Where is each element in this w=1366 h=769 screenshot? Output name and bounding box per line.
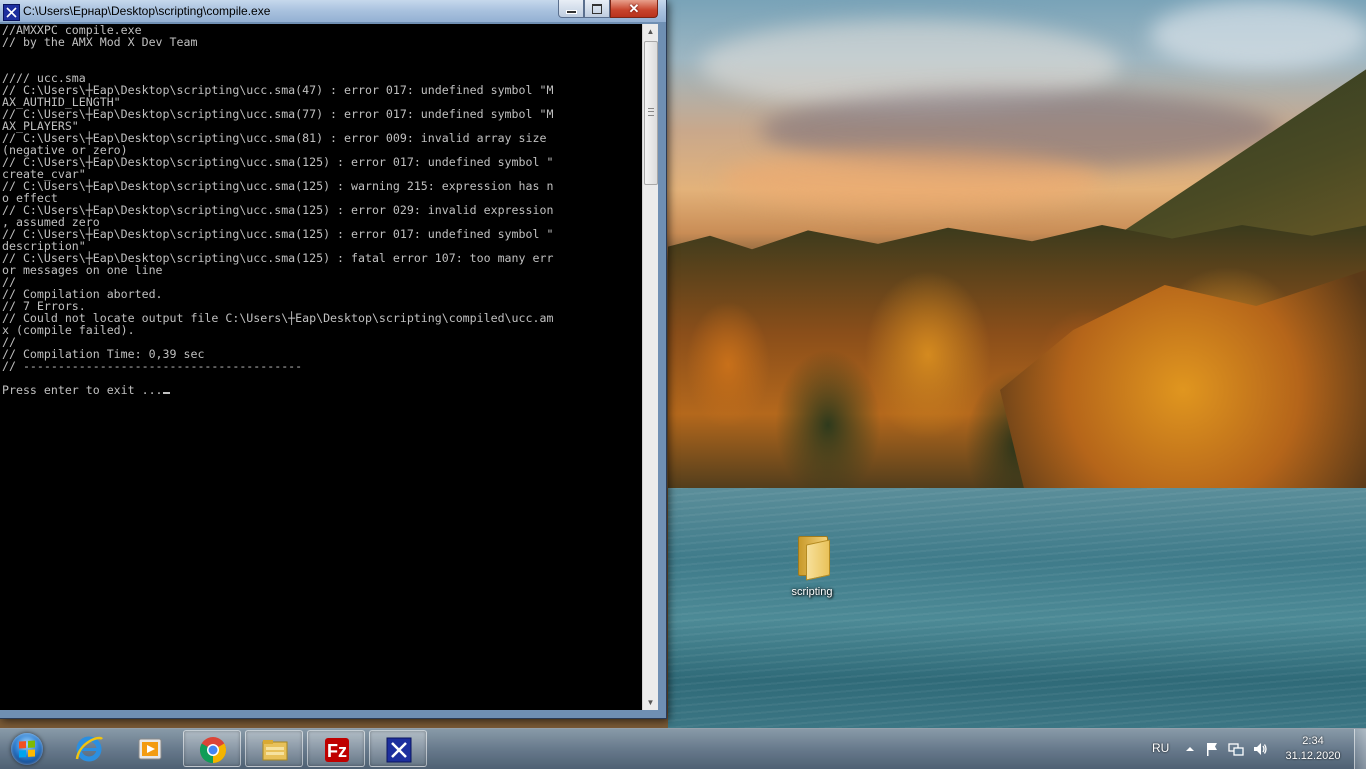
clock-time: 2:34: [1302, 735, 1324, 747]
clock-date: 31.12.2020: [1285, 750, 1341, 762]
show-desktop-button[interactable]: [1354, 729, 1366, 769]
chrome-icon: [199, 737, 227, 764]
svg-text:Fz: Fz: [327, 741, 347, 761]
taskbar-item-compile[interactable]: [369, 730, 427, 767]
scroll-up-arrow-icon[interactable]: ▲: [643, 24, 658, 39]
action-center-flag-icon[interactable]: [1204, 741, 1220, 757]
folder-icon: [796, 534, 830, 581]
volume-icon[interactable]: [1252, 741, 1268, 757]
start-button[interactable]: [4, 730, 50, 768]
minimize-icon: [565, 10, 577, 14]
console-line: // by the AMX Mod X Dev Team: [2, 35, 198, 49]
console-line: // C:\Users\┼Еар\Desktop\scripting\ucc.s…: [2, 179, 554, 193]
compile-app-icon: [386, 737, 412, 763]
window-title: C:\Users\Ернар\Desktop\scripting\compile…: [23, 4, 271, 18]
show-hidden-icons-icon[interactable]: [1182, 741, 1198, 757]
system-clock[interactable]: 2:34 31.12.2020: [1278, 734, 1348, 764]
minimize-button[interactable]: [558, 0, 584, 18]
close-button[interactable]: ✕: [610, 0, 658, 18]
text-cursor: [162, 392, 170, 394]
console-line: Press enter to exit ...: [2, 383, 163, 397]
console-output: //AMXXPC compile.exe // by the AMX Mod X…: [2, 24, 642, 710]
taskbar-item-explorer[interactable]: [245, 730, 303, 767]
ie-icon: [75, 736, 103, 762]
media-player-icon: [138, 738, 162, 760]
taskbar-item-chrome[interactable]: [183, 730, 241, 767]
console-line: // C:\Users\┼Еар\Desktop\scripting\ucc.s…: [2, 107, 554, 121]
close-icon: ✕: [628, 1, 640, 16]
scroll-down-arrow-icon[interactable]: ▼: [643, 695, 658, 710]
explorer-folder-icon: [262, 740, 288, 761]
filezilla-icon: Fz: [325, 738, 349, 762]
language-indicator[interactable]: RU: [1152, 741, 1169, 755]
console-line: // -------------------------------------…: [2, 359, 303, 373]
console-client-area[interactable]: //AMXXPC compile.exe // by the AMX Mod X…: [0, 24, 658, 710]
console-line: or messages on one line: [2, 263, 163, 277]
vertical-scrollbar[interactable]: ▲ ▼: [642, 24, 658, 710]
desktop-icon-scripting[interactable]: scripting: [780, 534, 844, 598]
scroll-thumb[interactable]: [644, 41, 658, 185]
title-bar[interactable]: C:\Users\Ернар\Desktop\scripting\compile…: [0, 0, 666, 22]
taskbar-item-media-player[interactable]: [121, 730, 179, 767]
desktop-icon-label: scripting: [791, 586, 833, 598]
maximize-button[interactable]: [584, 0, 610, 18]
taskbar: Fz RU 2:34 31.12.2020: [0, 728, 1366, 769]
network-icon[interactable]: [1228, 741, 1244, 757]
console-line: x (compile failed).: [2, 323, 135, 337]
maximize-icon: [592, 4, 602, 14]
console-window[interactable]: C:\Users\Ернар\Desktop\scripting\compile…: [0, 0, 667, 719]
taskbar-item-filezilla[interactable]: Fz: [307, 730, 365, 767]
taskbar-item-internet-explorer[interactable]: [60, 730, 118, 767]
compile-app-icon[interactable]: [3, 4, 20, 21]
